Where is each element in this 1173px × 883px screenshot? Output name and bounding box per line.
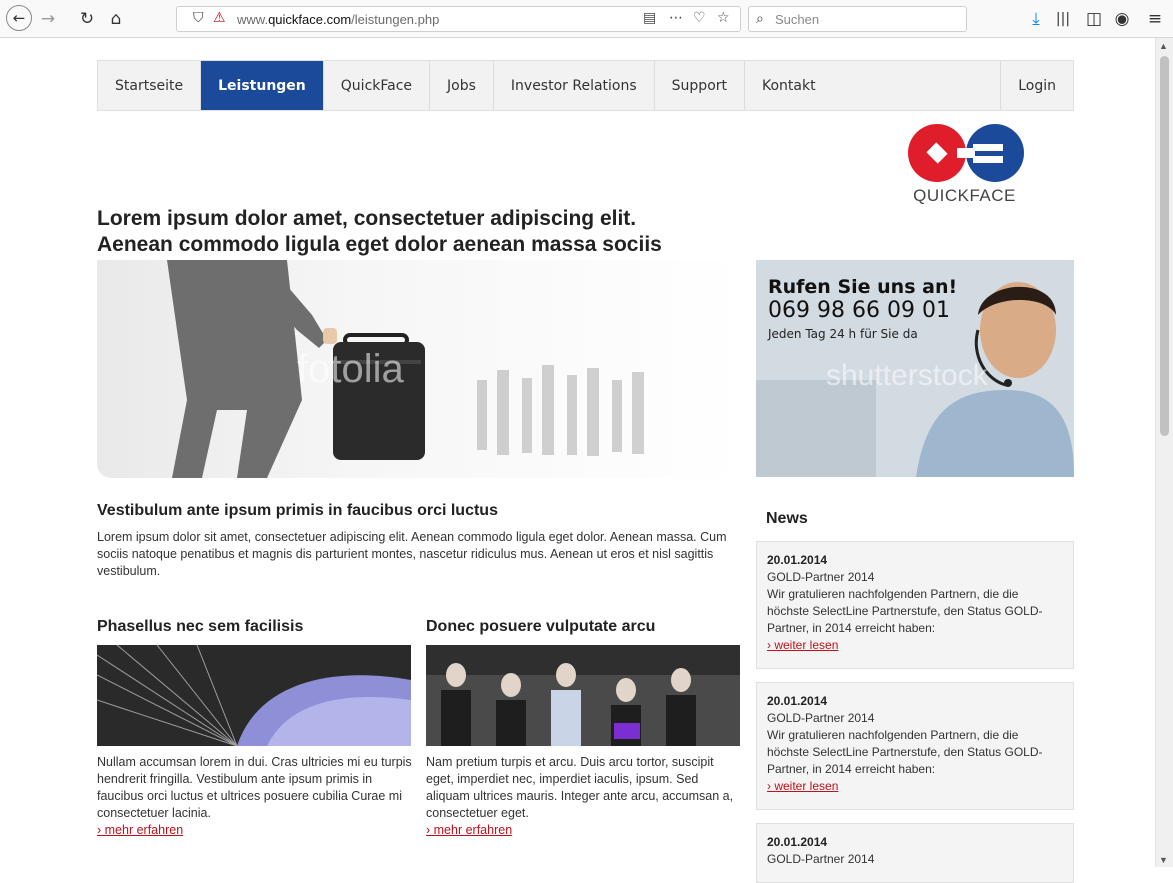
intro-title: Vestibulum ante ipsum primis in faucibus… xyxy=(97,502,498,519)
main-nav: Startseite Leistungen QuickFace Jobs Inv… xyxy=(97,60,1074,111)
news-read-more-link[interactable]: › weiter lesen xyxy=(767,638,838,652)
news-date: 20.01.2014 xyxy=(767,835,828,849)
call-us-box[interactable]: shutterstock Rufen Sie uns an! 069 98 66… xyxy=(756,260,1074,477)
quickface-logo[interactable]: QUICKFACE xyxy=(907,122,1027,207)
scrollbar-thumb[interactable] xyxy=(1160,56,1169,436)
search-bar[interactable]: ⌕ Suchen xyxy=(748,6,967,32)
page-scrollbar[interactable]: ▲ ▼ xyxy=(1155,38,1173,867)
headline-line-1: Lorem ipsum dolor amet, consectetuer adi… xyxy=(97,207,637,230)
arrow-right-icon: → xyxy=(40,9,56,29)
intro-text: Lorem ipsum dolor sit amet, consectetuer… xyxy=(97,530,727,578)
bookmark-star-icon[interactable]: ☆ xyxy=(717,10,730,26)
news-item: 20.01.2014 GOLD-Partner 2014 Wir gratuli… xyxy=(756,682,1074,810)
news-headline: GOLD-Partner 2014 xyxy=(767,711,875,725)
call-phone-number[interactable]: 069 98 66 09 01 xyxy=(768,298,950,323)
nav-label: Login xyxy=(1018,77,1056,94)
account-button[interactable]: ◉ xyxy=(1112,6,1132,32)
businessman-briefcase-image: fotolia xyxy=(167,260,644,478)
nav-label: Kontakt xyxy=(762,77,816,94)
nav-label: Support xyxy=(671,77,727,94)
teaser-2-text: Nam pretium turpis et arcu. Duis arcu to… xyxy=(426,754,744,839)
teaser-2-body: Nam pretium turpis et arcu. Duis arcu to… xyxy=(426,755,734,820)
call-subtitle: Jeden Tag 24 h für Sie da xyxy=(768,327,918,341)
nav-item-investor-relations[interactable]: Investor Relations xyxy=(494,61,655,110)
web-page: Startseite Leistungen QuickFace Jobs Inv… xyxy=(0,38,1173,883)
nav-label: Investor Relations xyxy=(510,77,637,94)
nav-item-leistungen[interactable]: Leistungen xyxy=(201,61,324,110)
teaser-1-body: Nullam accumsan lorem in dui. Cras ultri… xyxy=(97,755,412,820)
news-heading: News xyxy=(766,510,808,527)
teaser-1-more-link[interactable]: › mehr erfahren xyxy=(97,823,183,837)
pocket-icon[interactable]: ♡ xyxy=(693,10,706,26)
search-icon: ⌕ xyxy=(756,11,764,27)
call-title: Rufen Sie uns an! xyxy=(768,276,958,298)
sidebar-button[interactable]: ◫ xyxy=(1084,6,1104,32)
reload-icon: ↻ xyxy=(79,9,95,29)
nav-item-jobs[interactable]: Jobs xyxy=(430,61,494,110)
nav-label: Leistungen xyxy=(218,77,306,94)
nav-item-quickface[interactable]: QuickFace xyxy=(324,61,431,110)
news-read-more-link[interactable]: › weiter lesen xyxy=(767,779,838,793)
url-bar[interactable]: ⛉ ⚠ www.quickface.com/leistungen.php ▤ ⋯… xyxy=(176,6,741,32)
download-icon: ⤓ xyxy=(1032,9,1040,29)
logo-text: QUICKFACE xyxy=(913,186,1016,205)
nav-item-kontakt[interactable]: Kontakt xyxy=(745,61,1000,110)
news-item: 20.01.2014 GOLD-Partner 2014 xyxy=(756,823,1074,883)
logo-mark-icon xyxy=(908,124,1024,182)
news-headline: GOLD-Partner 2014 xyxy=(767,852,875,866)
callbox-watermark: shutterstock xyxy=(826,359,989,392)
page-headline: Lorem ipsum dolor amet, consectetuer adi… xyxy=(97,206,747,258)
nav-item-startseite[interactable]: Startseite xyxy=(98,61,202,110)
trade-fair-image xyxy=(426,645,740,746)
scroll-down-icon[interactable]: ▼ xyxy=(1159,855,1168,865)
back-button[interactable]: ← xyxy=(6,5,32,31)
hero-image: fotolia xyxy=(97,260,741,478)
url-text: www.quickface.com/leistungen.php xyxy=(237,12,440,27)
news-text: Wir gratulieren nachfolgenden Partnern, … xyxy=(767,728,1043,776)
home-button[interactable]: ⌂ xyxy=(104,6,128,32)
nav-label: QuickFace xyxy=(340,77,413,94)
browser-toolbar: ← → ↻ ⌂ ⛉ ⚠ www.quickface.com/leistungen… xyxy=(0,0,1173,38)
account-icon: ◉ xyxy=(1114,9,1130,29)
news-date: 20.01.2014 xyxy=(767,553,828,567)
downloads-button[interactable]: ⤓ xyxy=(1026,6,1046,32)
teaser-1-title: Phasellus nec sem facilisis xyxy=(97,618,304,635)
news-headline: GOLD-Partner 2014 xyxy=(767,570,875,584)
teaser-2-image xyxy=(426,645,740,746)
arrow-left-icon: ← xyxy=(12,9,26,27)
shield-icon: ⛉ xyxy=(193,10,204,26)
hero-watermark: fotolia xyxy=(297,347,404,391)
page-actions-icon[interactable]: ⋯ xyxy=(669,10,683,26)
menu-button[interactable]: ≡ xyxy=(1145,6,1165,32)
teaser-2-more-link[interactable]: › mehr erfahren xyxy=(426,823,512,837)
sidebar-icon: ◫ xyxy=(1085,9,1103,29)
nav-label: Startseite xyxy=(115,77,184,94)
reader-view-icon[interactable]: ▤ xyxy=(643,10,656,26)
nav-label: Jobs xyxy=(447,77,476,94)
home-icon: ⌂ xyxy=(110,9,122,29)
news-text: Wir gratulieren nachfolgenden Partnern, … xyxy=(767,587,1043,635)
teaser-1-text: Nullam accumsan lorem in dui. Cras ultri… xyxy=(97,754,415,839)
teaser-2-title: Donec posuere vulputate arcu xyxy=(426,618,656,635)
search-placeholder: Suchen xyxy=(775,12,820,27)
library-button[interactable]: ||| xyxy=(1052,6,1074,32)
nav-item-support[interactable]: Support xyxy=(655,61,745,110)
news-item: 20.01.2014 GOLD-Partner 2014 Wir gratuli… xyxy=(756,541,1074,669)
hamburger-menu-icon: ≡ xyxy=(1147,9,1163,29)
forward-button[interactable]: → xyxy=(38,6,58,32)
architecture-image xyxy=(97,645,411,746)
headline-line-2: Aenean commodo ligula eget dolor aenean … xyxy=(97,233,662,256)
nav-item-login[interactable]: Login xyxy=(1000,61,1073,110)
library-icon: ||| xyxy=(1055,11,1071,27)
scroll-up-icon[interactable]: ▲ xyxy=(1159,41,1168,51)
teaser-1-image xyxy=(97,645,411,746)
insecure-lock-icon: ⚠ xyxy=(213,10,226,26)
reload-button[interactable]: ↻ xyxy=(76,6,98,32)
news-date: 20.01.2014 xyxy=(767,694,828,708)
